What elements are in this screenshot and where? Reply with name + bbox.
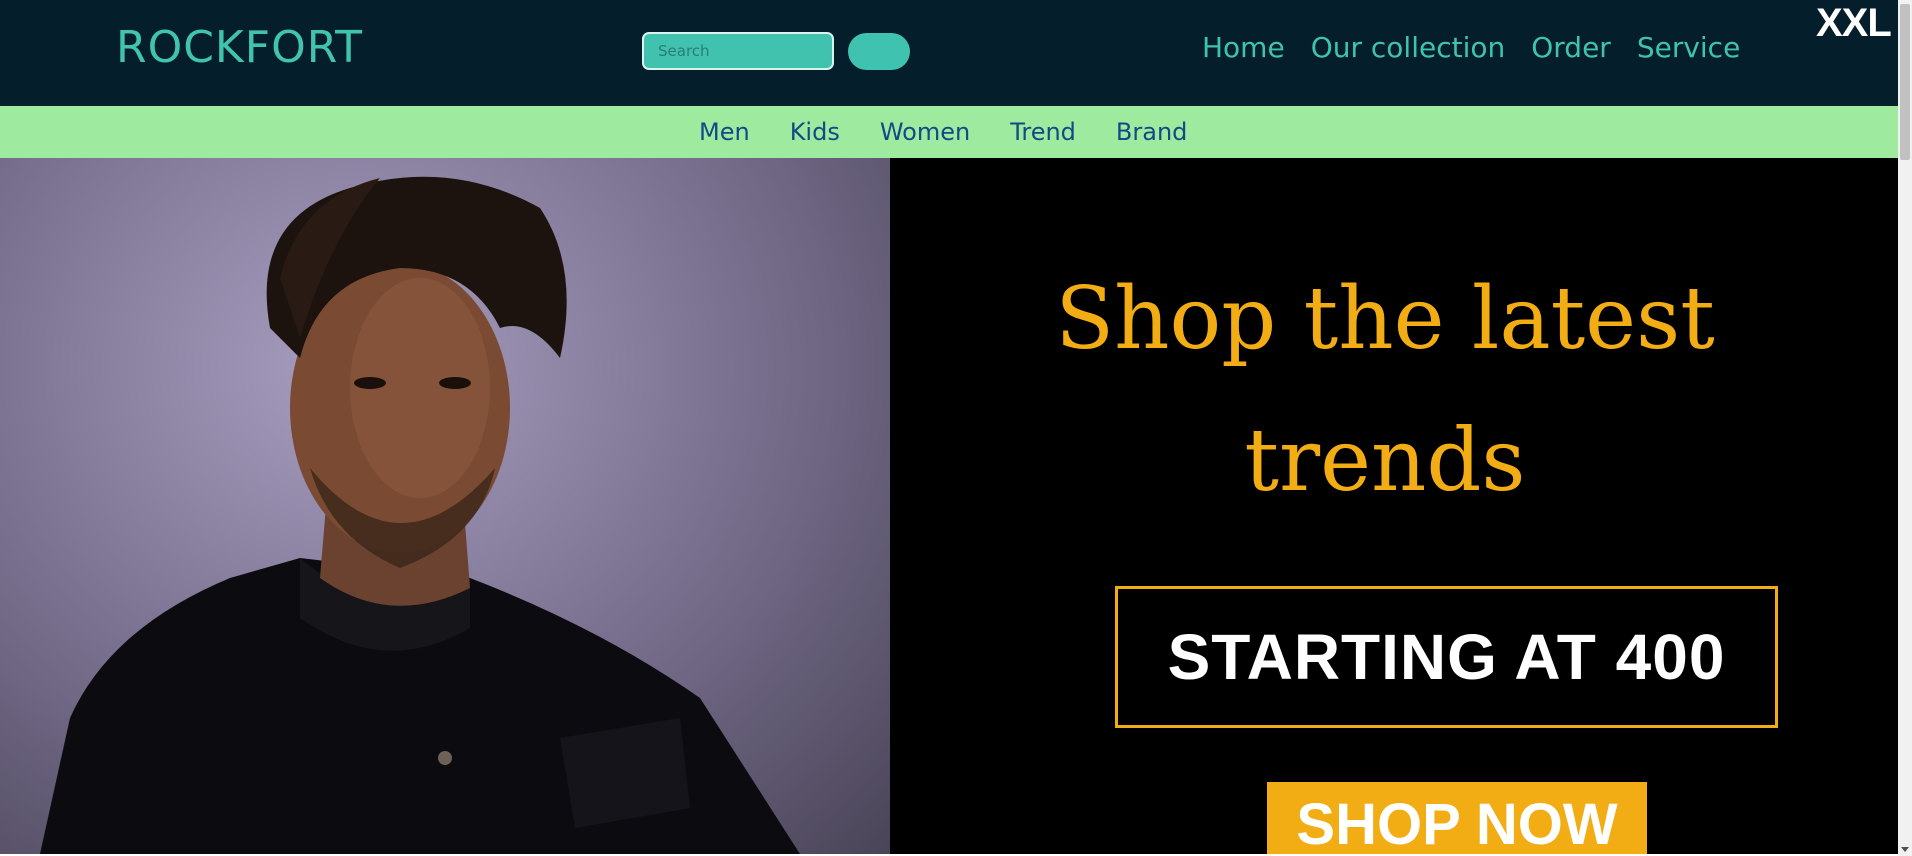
category-trend-link[interactable]: Trend xyxy=(1010,115,1076,149)
nav-home-link[interactable]: Home xyxy=(1202,28,1285,68)
top-navbar: ROCKFORT Home Our collection Order Servi… xyxy=(0,0,1898,106)
vertical-scrollbar[interactable] xyxy=(1898,0,1912,856)
category-bar: Men Kids Women Trend Brand xyxy=(0,106,1898,158)
shop-now-button[interactable]: SHOP NOW xyxy=(1267,782,1647,854)
nav-order-link[interactable]: Order xyxy=(1531,28,1611,68)
promo-panel: Shop the latest trends STARTING AT 400 S… xyxy=(890,158,1898,854)
scroll-down-arrow-icon[interactable] xyxy=(1901,847,1909,852)
model-illustration xyxy=(40,176,800,854)
headline-line-2: trends xyxy=(1244,411,1526,511)
jacket-button xyxy=(438,751,452,765)
search-button[interactable] xyxy=(848,33,910,70)
category-men-link[interactable]: Men xyxy=(699,115,750,149)
starting-price-box: STARTING AT 400 xyxy=(1115,586,1778,728)
promo-headline: Shop the latest trends xyxy=(820,248,1898,532)
nav-our-collection-link[interactable]: Our collection xyxy=(1311,28,1506,68)
headline-line-1: Shop the latest xyxy=(1055,269,1715,369)
scrollbar-thumb[interactable] xyxy=(1900,4,1910,160)
page: ROCKFORT Home Our collection Order Servi… xyxy=(0,0,1912,856)
category-brand-link[interactable]: Brand xyxy=(1116,115,1187,149)
hero-banner: Shop the latest trends STARTING AT 400 S… xyxy=(0,158,1898,854)
category-women-link[interactable]: Women xyxy=(880,115,970,149)
category-nav: Men Kids Women Trend Brand xyxy=(699,115,1187,149)
search-input[interactable] xyxy=(642,32,834,70)
size-badge: XXL xyxy=(1816,1,1892,45)
main-nav: Home Our collection Order Service xyxy=(1202,28,1740,68)
nav-service-link[interactable]: Service xyxy=(1637,28,1740,68)
hero-model-photo xyxy=(0,158,890,854)
category-kids-link[interactable]: Kids xyxy=(790,115,840,149)
brand-logo[interactable]: ROCKFORT xyxy=(116,20,363,76)
